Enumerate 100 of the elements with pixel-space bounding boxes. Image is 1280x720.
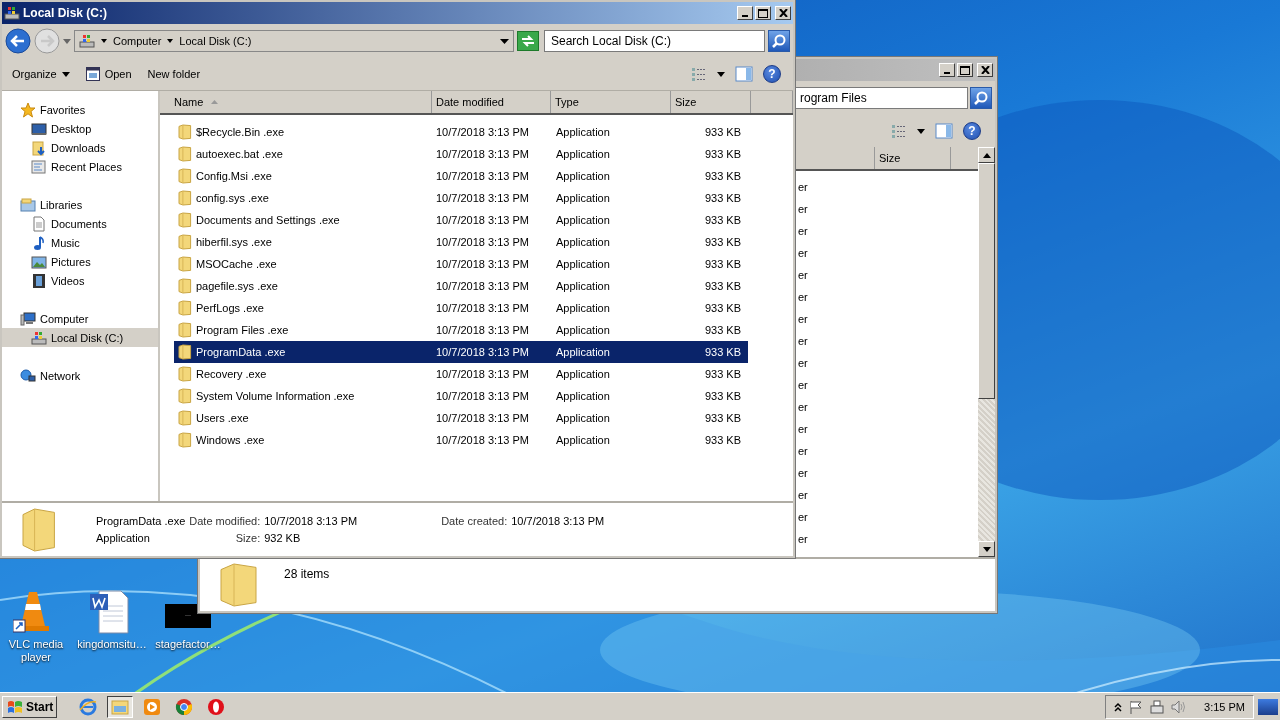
- table-cell-text: 933 KB: [703, 390, 742, 402]
- chevron-up-icon[interactable]: [1114, 702, 1123, 712]
- close-icon: [980, 66, 990, 74]
- navigation-item[interactable]: Documents: [2, 214, 158, 233]
- drive-icon: [31, 329, 47, 346]
- file-row[interactable]: pagefile.sys .exe 10/7/2018 3:13 PM Application 933 KB: [174, 275, 748, 297]
- table-cell-text: 10/7/2018 3:13 PM: [435, 214, 530, 226]
- table-cell: er: [798, 357, 808, 369]
- scroll-down-button[interactable]: [978, 541, 995, 557]
- file-row[interactable]: MSOCache .exe 10/7/2018 3:13 PM Application 933 KB: [174, 253, 748, 275]
- field-label: Size:: [234, 532, 261, 544]
- table-cell: er: [798, 401, 808, 413]
- file-row[interactable]: Recovery .exe 10/7/2018 3:13 PM Application 933 KB: [174, 363, 748, 385]
- table-cell: er: [798, 489, 808, 501]
- scrollbar[interactable]: [978, 147, 995, 557]
- taskbar-app-button[interactable]: [107, 696, 134, 718]
- table-cell-text: 10/7/2018 3:13 PM: [435, 258, 530, 270]
- file-row[interactable]: config.sys .exe 10/7/2018 3:13 PM Application 933 KB: [174, 187, 748, 209]
- file-row[interactable]: hiberfil.sys .exe 10/7/2018 3:13 PM Application 933 KB: [174, 231, 748, 253]
- recent-pages-caret-icon[interactable]: [63, 38, 71, 44]
- maximize-icon: [758, 8, 768, 18]
- file-row[interactable]: $Recycle.Bin .exe 10/7/2018 3:13 PM Application 933 KB: [174, 121, 748, 143]
- table-cell-text: 10/7/2018 3:13 PM: [435, 434, 530, 446]
- table-cell: er: [798, 291, 808, 303]
- four-color-flag-icon: [6, 699, 24, 715]
- minimize-button[interactable]: [737, 6, 753, 20]
- file-row[interactable]: Documents and Settings .exe 10/7/2018 3:13 PM Application 933 KB: [174, 209, 748, 231]
- file-row[interactable]: Windows .exe 10/7/2018 3:13 PM Application 933 KB: [174, 429, 748, 451]
- table-cell-text: 933 KB: [703, 280, 742, 292]
- table-cell-text: Application: [555, 280, 611, 292]
- breadcrumb-caret-icon[interactable]: [167, 39, 174, 43]
- refresh-button[interactable]: [517, 31, 539, 51]
- navigation-item[interactable]: Downloads: [2, 138, 158, 157]
- search-field[interactable]: rogram Files: [793, 87, 968, 109]
- minimize-button[interactable]: [939, 63, 955, 77]
- column-header[interactable]: Size: [875, 147, 951, 169]
- view-options-icon[interactable]: [891, 123, 907, 139]
- window-title: Local Disk (C:): [23, 6, 108, 20]
- table-cell-text: 933 KB: [703, 236, 742, 248]
- file-row[interactable]: Config.Msi .exe 10/7/2018 3:13 PM Application 933 KB: [174, 165, 748, 187]
- file-row[interactable]: Users .exe 10/7/2018 3:13 PM Application 933 KB: [174, 407, 748, 429]
- table-cell: er: [798, 247, 808, 259]
- navigation-item[interactable]: Network: [2, 366, 158, 385]
- network-icon[interactable]: [1150, 700, 1165, 714]
- scroll-thumb[interactable]: [978, 163, 995, 399]
- scroll-up-button[interactable]: [978, 147, 995, 163]
- search-button[interactable]: [970, 87, 992, 109]
- table-cell-text: 933 KB: [703, 368, 742, 380]
- navigation-item[interactable]: Computer: [2, 309, 158, 328]
- flag-icon[interactable]: [1129, 700, 1144, 714]
- view-options-icon[interactable]: [691, 66, 707, 82]
- navigation-item[interactable]: Favorites: [2, 100, 158, 119]
- file-row[interactable]: ProgramData .exe 10/7/2018 3:13 PM Application 933 KB: [174, 341, 748, 363]
- table-cell-text: Application: [555, 390, 611, 402]
- search-button[interactable]: [768, 30, 790, 52]
- file-row[interactable]: PerfLogs .exe 10/7/2018 3:13 PM Application 933 KB: [174, 297, 748, 319]
- field-value: 10/7/2018 3:13 PM: [264, 515, 358, 527]
- navigation-item[interactable]: Local Disk (C:): [2, 328, 158, 347]
- start-button[interactable]: Start: [2, 696, 58, 718]
- search-field[interactable]: Search Local Disk (C:): [544, 30, 765, 52]
- file-name: Documents and Settings .exe: [196, 214, 340, 226]
- speaker-icon[interactable]: [1171, 700, 1188, 714]
- navigation-item[interactable]: Libraries: [2, 195, 158, 214]
- file-name: ProgramData .exe: [96, 515, 186, 527]
- toolbar-button[interactable]: Open: [79, 64, 138, 84]
- desktop-icon-label[interactable]: VLC media player: [0, 638, 72, 664]
- breadcrumb-caret-icon[interactable]: [101, 39, 107, 43]
- close-button[interactable]: [775, 6, 791, 20]
- desktop-icon-label[interactable]: kingdomsitu…: [77, 638, 147, 651]
- back-button[interactable]: [5, 28, 31, 54]
- folder-icon: [111, 698, 130, 716]
- navigation-item[interactable]: Recent Places: [2, 157, 158, 176]
- help-button[interactable]: ?: [963, 122, 981, 140]
- folder-icon: [220, 563, 260, 607]
- table-cell: er: [798, 335, 808, 347]
- toolbar-button[interactable]: New folder: [141, 65, 207, 83]
- close-button[interactable]: [977, 63, 993, 77]
- table-cell: er: [798, 445, 808, 457]
- caret-icon[interactable]: [917, 128, 925, 134]
- breadcrumb-item[interactable]: Computer: [113, 35, 162, 47]
- table-cell-text: 10/7/2018 3:13 PM: [435, 280, 530, 292]
- dropdown-caret-icon[interactable]: [500, 38, 509, 44]
- maximize-button[interactable]: [755, 6, 771, 20]
- navigation-item[interactable]: Pictures: [2, 252, 158, 271]
- clock-time[interactable]: 3:15 PM: [1204, 701, 1245, 713]
- navigation-item[interactable]: Videos: [2, 271, 158, 290]
- breadcrumb-item[interactable]: Local Disk (C:): [179, 35, 252, 47]
- ring-icon: [207, 698, 226, 716]
- navigation-item[interactable]: Music: [2, 233, 158, 252]
- address-bar[interactable]: Computer Local Disk (C:): [74, 30, 514, 52]
- maximize-button[interactable]: [957, 63, 973, 77]
- file-row[interactable]: autoexec.bat .exe 10/7/2018 3:13 PM Application 933 KB: [174, 143, 748, 165]
- help-button[interactable]: ?: [763, 65, 781, 83]
- navigation-item[interactable]: Desktop: [2, 119, 158, 138]
- caret-icon[interactable]: [717, 71, 725, 77]
- star-icon: [20, 101, 36, 118]
- table-cell-text: 10/7/2018 3:13 PM: [435, 346, 530, 358]
- file-row[interactable]: System Volume Information .exe 10/7/2018 3:13 PM Application 933 KB: [174, 385, 748, 407]
- menu-button[interactable]: Organize: [6, 65, 76, 83]
- file-row[interactable]: Program Files .exe 10/7/2018 3:13 PM Application 933 KB: [174, 319, 748, 341]
